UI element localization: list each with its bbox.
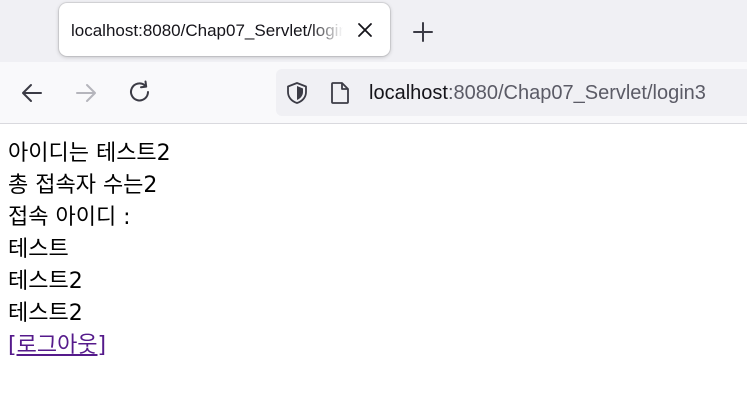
close-icon[interactable] <box>355 20 375 40</box>
connected-ids-heading: 접속 아이디 : <box>8 205 131 230</box>
address-bar[interactable]: localhost:8080/Chap07_Servlet/login3 <box>276 69 747 116</box>
browser-tab[interactable]: localhost:8080/Chap07_Servlet/login3 <box>59 3 390 56</box>
connected-id-item: 테스트 <box>8 237 69 262</box>
total-users-line: 총 접속자 수는2 <box>8 173 158 198</box>
page-content: 아이디는 테스트2 총 접속자 수는2 접속 아이디 : 테스트 테스트2 테스… <box>8 138 171 362</box>
connected-id-item: 테스트2 <box>8 269 83 294</box>
url-host: localhost <box>369 82 448 104</box>
shield-icon[interactable] <box>285 81 309 105</box>
back-arrow-icon[interactable] <box>18 79 46 107</box>
url-text[interactable]: localhost:8080/Chap07_Servlet/login3 <box>369 81 706 105</box>
tab-strip: localhost:8080/Chap07_Servlet/login3 <box>0 0 747 62</box>
logout-link[interactable]: [로그아웃] <box>8 333 106 358</box>
page-icon[interactable] <box>329 81 351 105</box>
reload-icon[interactable] <box>126 79 154 107</box>
connected-id-item: 테스트2 <box>8 301 83 326</box>
user-id-line: 아이디는 테스트2 <box>8 141 171 166</box>
forward-arrow-icon[interactable] <box>72 79 100 107</box>
navigation-toolbar: localhost:8080/Chap07_Servlet/login3 <box>0 62 747 124</box>
plus-icon[interactable] <box>410 19 436 45</box>
tab-title: localhost:8080/Chap07_Servlet/login3 <box>71 21 343 40</box>
url-path: :8080/Chap07_Servlet/login3 <box>447 82 706 104</box>
